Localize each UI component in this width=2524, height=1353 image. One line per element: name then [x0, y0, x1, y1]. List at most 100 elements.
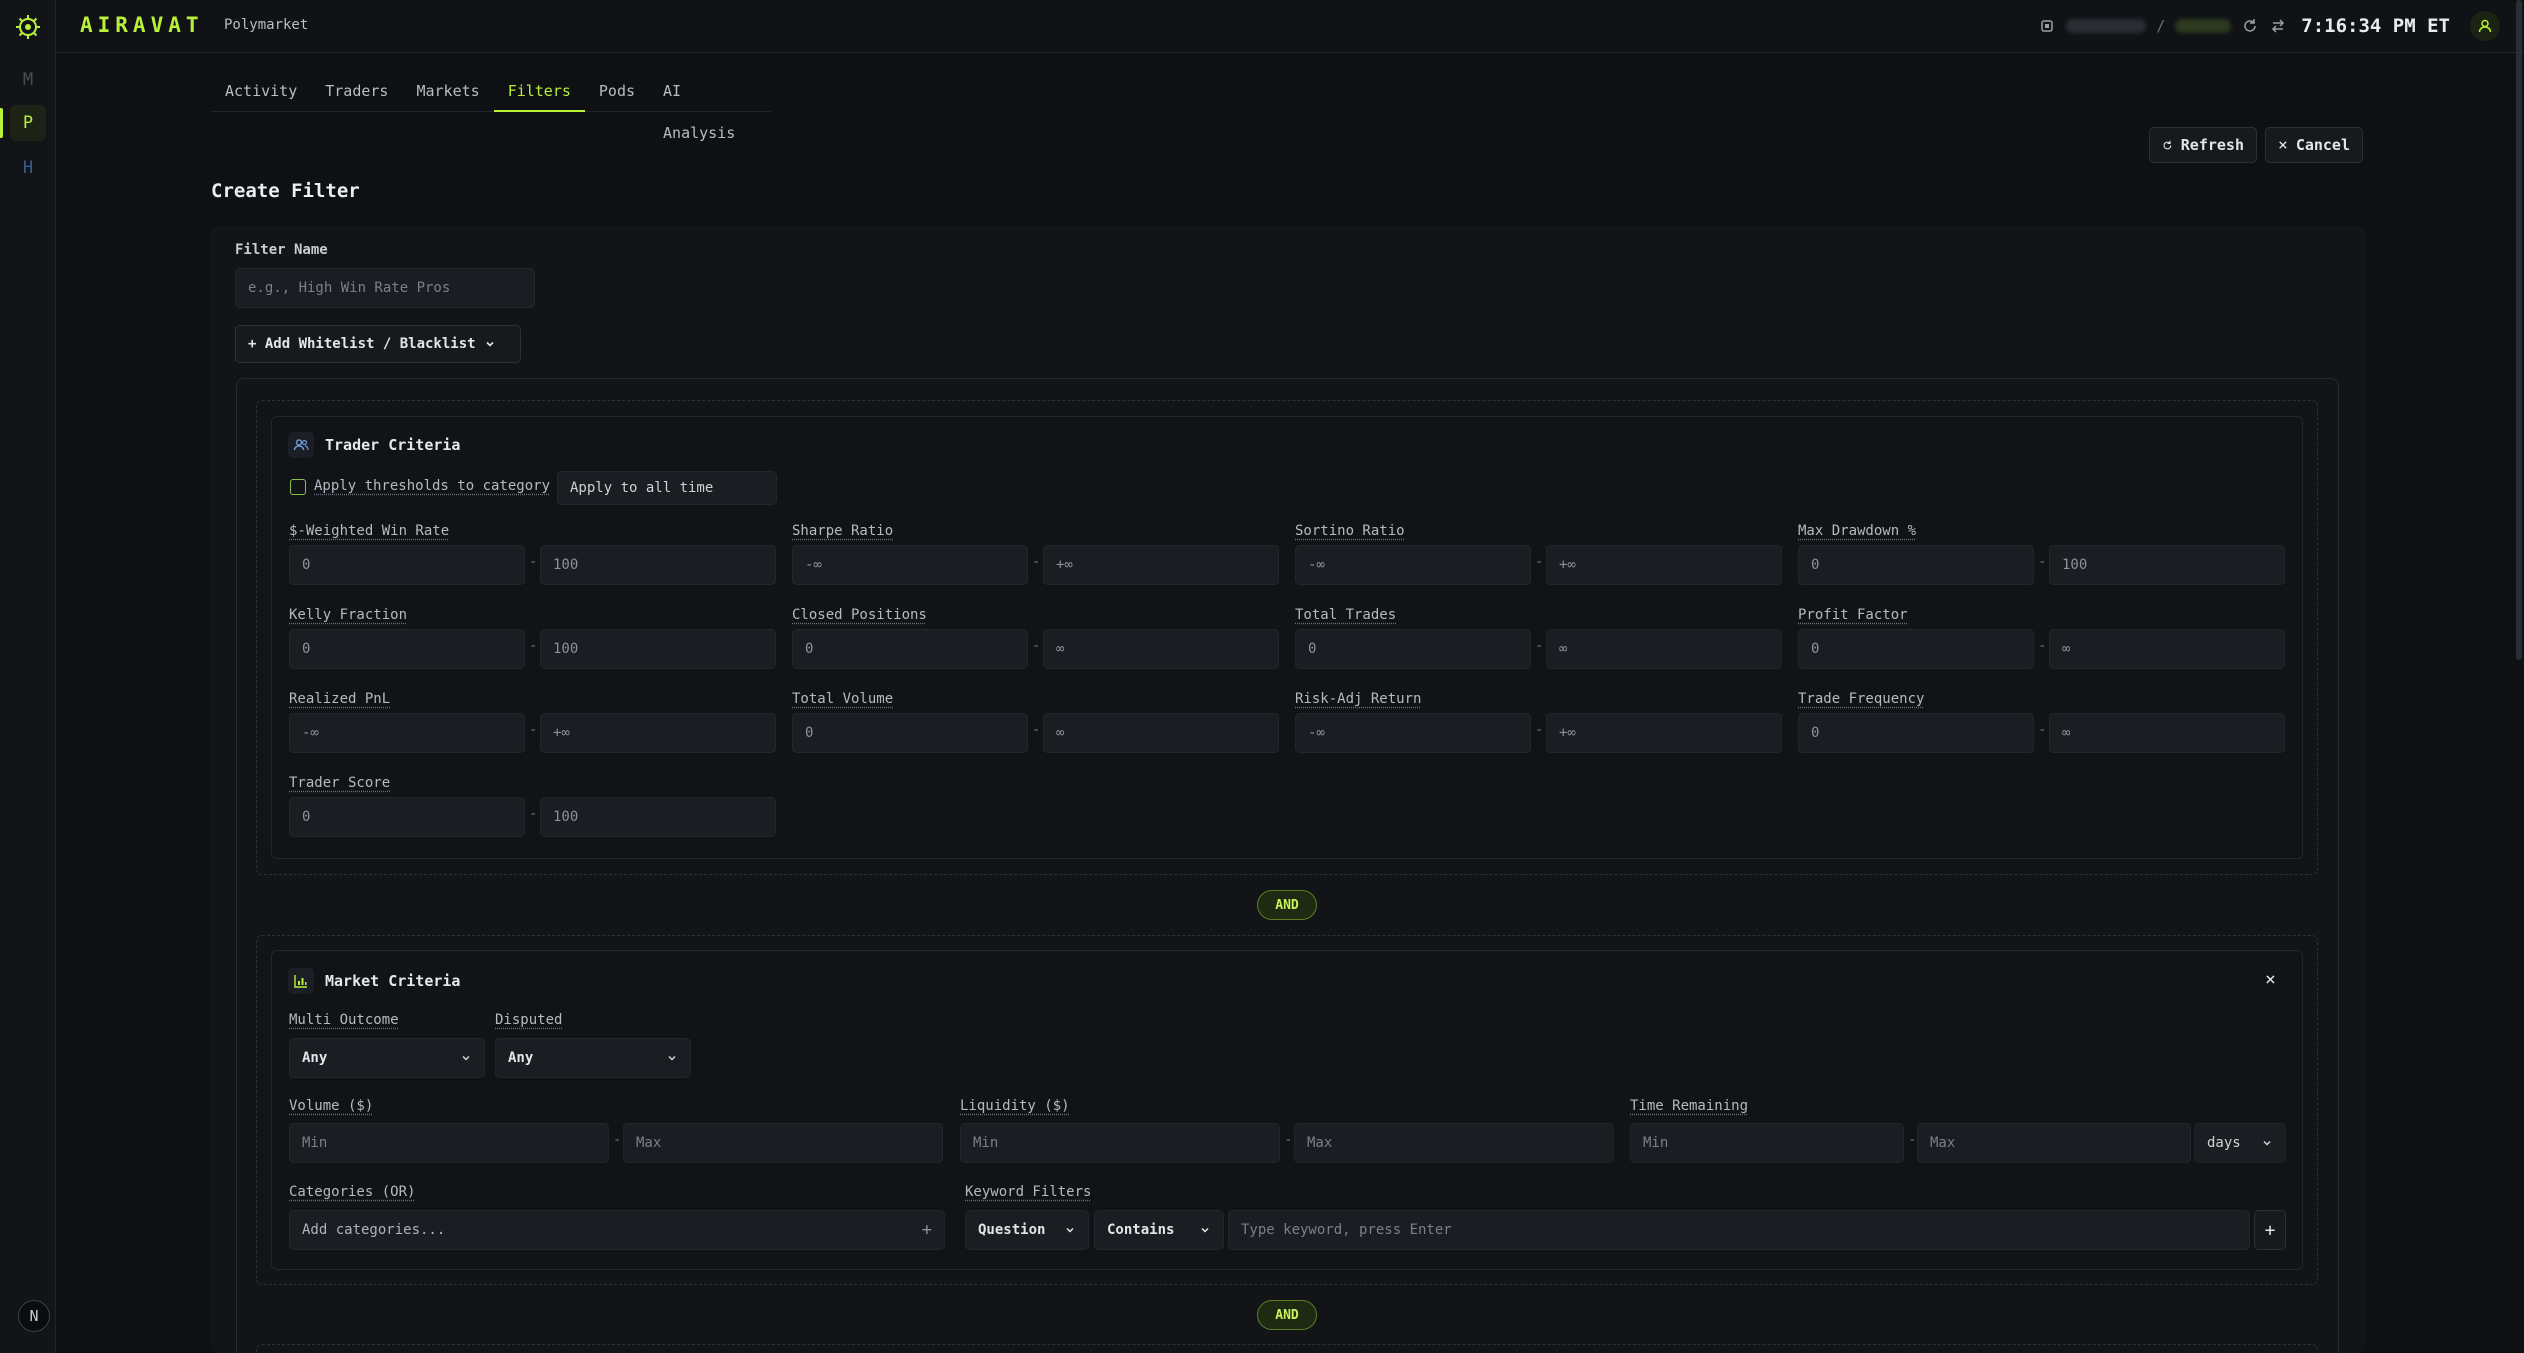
separator: / — [2156, 17, 2165, 35]
max-drawdown-min-input[interactable]: 0 — [1798, 545, 2034, 585]
trade-frequency-label: Trade Frequency — [1798, 691, 1924, 707]
time-remaining-label: Time Remaining — [1630, 1098, 1748, 1114]
tab-markets[interactable]: Markets — [402, 70, 493, 112]
max-drawdown-max-input[interactable]: 100 — [2049, 545, 2285, 585]
volume-label: Volume ($) — [289, 1098, 373, 1114]
balance-value-redacted — [2175, 19, 2231, 33]
tab-traders[interactable]: Traders — [311, 70, 402, 112]
multi-outcome-select[interactable]: Any — [289, 1038, 485, 1078]
liquidity-min-input[interactable]: Min — [960, 1123, 1280, 1163]
main-tabs: Activity Traders Markets Filters Pods AI… — [211, 70, 771, 112]
total-trades-min-input[interactable]: 0 — [1295, 629, 1531, 669]
cancel-button[interactable]: Cancel — [2265, 127, 2363, 163]
weighted-win-rate-min-input[interactable]: 0 — [289, 545, 525, 585]
liquidity-max-input[interactable]: Max — [1294, 1123, 1614, 1163]
tab-pods[interactable]: Pods — [585, 70, 649, 112]
tab-filters[interactable]: Filters — [494, 70, 585, 112]
rail-item-p[interactable]: P — [10, 105, 46, 141]
sortino-ratio-max-input[interactable]: +∞ — [1546, 545, 1782, 585]
time-scope-select[interactable]: Apply to all time — [557, 471, 777, 505]
kelly-fraction-label: Kelly Fraction — [289, 607, 407, 623]
keyword-input[interactable]: Type keyword, press Enter — [1228, 1210, 2250, 1250]
apply-category-checkbox[interactable] — [290, 479, 306, 495]
rail-item-m[interactable]: M — [10, 62, 46, 98]
page-scrollbar[interactable] — [2516, 0, 2522, 660]
trade-frequency-min-input[interactable]: 0 — [1798, 713, 2034, 753]
rail-bottom-n-button[interactable]: N — [18, 1300, 50, 1332]
filter-name-input[interactable]: e.g., High Win Rate Pros — [235, 268, 535, 308]
top-bar: AIRAVAT Polymarket / 7:16:34 PM ET — [56, 0, 2524, 53]
time-remaining-max-input[interactable]: Max — [1917, 1123, 2191, 1163]
add-category-plus-icon[interactable]: + — [922, 1220, 932, 1240]
chevron-down-icon — [2261, 1137, 2273, 1149]
refresh-icon[interactable] — [2241, 17, 2259, 35]
kelly-fraction-max-input[interactable]: 100 — [540, 629, 776, 669]
max-drawdown-label: Max Drawdown % — [1798, 523, 1916, 539]
total-trades-label: Total Trades — [1295, 607, 1396, 623]
trader-criteria-title: Trader Criteria — [325, 436, 460, 454]
trader-score-min-input[interactable]: 0 — [289, 797, 525, 837]
time-unit-value: days — [2207, 1135, 2241, 1151]
sharpe-ratio-min-input[interactable]: -∞ — [792, 545, 1028, 585]
keyword-operator-select[interactable]: Contains — [1094, 1210, 1224, 1250]
closed-positions-max-input[interactable]: ∞ — [1043, 629, 1279, 669]
total-volume-max-input[interactable]: ∞ — [1043, 713, 1279, 753]
multi-outcome-value: Any — [302, 1050, 327, 1066]
profit-factor-min-input[interactable]: 0 — [1798, 629, 2034, 669]
range-separator: - — [1032, 722, 1040, 738]
categories-input[interactable]: Add categories... + — [289, 1210, 945, 1250]
risk-adj-return-max-input[interactable]: +∞ — [1546, 713, 1782, 753]
keyword-field-select[interactable]: Question — [965, 1210, 1089, 1250]
next-criteria-dashed-frame — [256, 1344, 2318, 1353]
add-list-label: + Add Whitelist / Blacklist — [248, 336, 476, 352]
rail-active-indicator — [0, 108, 3, 138]
add-keyword-button[interactable]: + — [2254, 1210, 2286, 1250]
refresh-button[interactable]: Refresh — [2149, 127, 2257, 163]
sharpe-ratio-max-input[interactable]: +∞ — [1043, 545, 1279, 585]
section-name: Polymarket — [224, 17, 308, 33]
range-separator: - — [613, 1132, 621, 1148]
closed-positions-min-input[interactable]: 0 — [792, 629, 1028, 669]
trader-score-max-input[interactable]: 100 — [540, 797, 776, 837]
user-avatar-icon[interactable] — [2470, 11, 2500, 41]
refresh-label: Refresh — [2181, 136, 2244, 154]
profit-factor-max-input[interactable]: ∞ — [2049, 629, 2285, 669]
total-volume-min-input[interactable]: 0 — [792, 713, 1028, 753]
realized-pnl-min-input[interactable]: -∞ — [289, 713, 525, 753]
realized-pnl-max-input[interactable]: +∞ — [540, 713, 776, 753]
swap-icon[interactable] — [2269, 17, 2287, 35]
risk-adj-return-min-input[interactable]: -∞ — [1295, 713, 1531, 753]
tab-activity[interactable]: Activity — [211, 70, 311, 112]
time-remaining-min-input[interactable]: Min — [1630, 1123, 1904, 1163]
range-separator: - — [2038, 554, 2046, 570]
categories-placeholder: Add categories... — [302, 1222, 445, 1238]
time-unit-select[interactable]: days — [2194, 1123, 2286, 1163]
realized-pnl-label: Realized PnL — [289, 691, 390, 707]
kelly-fraction-min-input[interactable]: 0 — [289, 629, 525, 669]
total-trades-max-input[interactable]: ∞ — [1546, 629, 1782, 669]
cancel-label: Cancel — [2296, 136, 2350, 154]
liquidity-label: Liquidity ($) — [960, 1098, 1070, 1114]
apply-category-label[interactable]: Apply thresholds to category — [314, 478, 550, 494]
airavat-logo-icon[interactable] — [13, 12, 43, 42]
sharpe-ratio-label: Sharpe Ratio — [792, 523, 893, 539]
trade-frequency-max-input[interactable]: ∞ — [2049, 713, 2285, 753]
total-volume-label: Total Volume — [792, 691, 893, 707]
closed-positions-label: Closed Positions — [792, 607, 927, 623]
volume-min-input[interactable]: Min — [289, 1123, 609, 1163]
and-connector-1[interactable]: AND — [1257, 890, 1317, 920]
remove-market-criteria-close-icon[interactable]: × — [2265, 969, 2276, 990]
wallet-icon — [2038, 17, 2056, 35]
page-title: Create Filter — [211, 180, 360, 202]
range-separator: - — [1535, 722, 1543, 738]
add-whitelist-blacklist-button[interactable]: + Add Whitelist / Blacklist — [235, 325, 521, 363]
disputed-select[interactable]: Any — [495, 1038, 691, 1078]
range-separator: - — [1908, 1132, 1916, 1148]
sortino-ratio-min-input[interactable]: -∞ — [1295, 545, 1531, 585]
volume-max-input[interactable]: Max — [623, 1123, 943, 1163]
tab-ai-analysis[interactable]: AI Analysis — [649, 70, 771, 112]
and-connector-2[interactable]: AND — [1257, 1300, 1317, 1330]
categories-label: Categories (OR) — [289, 1184, 415, 1200]
weighted-win-rate-max-input[interactable]: 100 — [540, 545, 776, 585]
rail-item-h[interactable]: H — [10, 150, 46, 186]
